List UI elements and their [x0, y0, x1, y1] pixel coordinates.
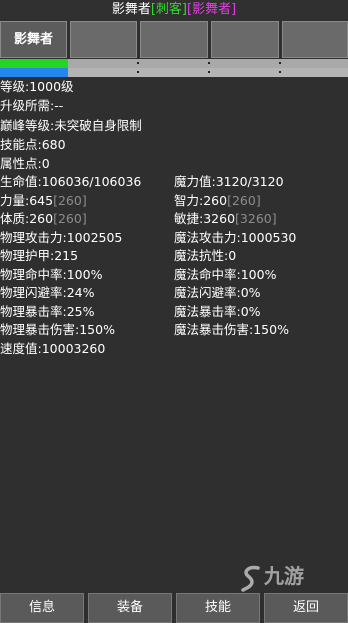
bar-divider: [137, 71, 139, 73]
top-tab-bar: 影舞者: [0, 19, 348, 59]
bottom-nav: 信息 装备 技能 返回: [0, 593, 348, 623]
character-title: 影舞者[刺客][影舞者]: [0, 0, 348, 19]
attack-row: 物理攻击力:1002505 魔法攻击力:1000530: [0, 229, 348, 247]
tab-empty-1[interactable]: [70, 21, 137, 58]
phys-crit: 物理暴击率:25%: [0, 304, 95, 319]
tab-empty-3[interactable]: [211, 21, 279, 58]
constitution-bonus: [260]: [53, 211, 87, 226]
skill-points: 技能点:680: [0, 137, 66, 152]
peak-level-row: 巅峰等级:未突破自身限制: [0, 117, 348, 135]
con-agi-row: 体质:260[260] 敏捷:3260[3260]: [0, 210, 348, 228]
hp-value: 生命值:106036/106036: [0, 174, 142, 189]
tab-shadow-dancer[interactable]: 影舞者: [0, 21, 67, 58]
skill-points-row: 技能点:680: [0, 136, 348, 154]
tab-empty-4[interactable]: [282, 21, 348, 58]
hit-row: 物理命中率:100% 魔法命中率:100%: [0, 266, 348, 284]
constitution-stat: 体质:260[260]: [0, 210, 87, 228]
speed-value: 速度值:10003260: [0, 341, 106, 356]
peak-level: 巅峰等级:未突破自身限制: [0, 118, 142, 133]
phys-dodge: 物理闪避率:24%: [0, 285, 95, 300]
watermark-text: 九游: [264, 564, 304, 588]
dodge-row: 物理闪避率:24% 魔法闪避率:0%: [0, 284, 348, 302]
magic-hit: 魔法命中率:100%: [174, 267, 277, 282]
phys-armor: 物理护甲:215: [0, 248, 79, 263]
hp-mp-row: 生命值:106036/106036 魔力值:3120/3120: [0, 173, 348, 191]
magic-dodge: 魔法闪避率:0%: [174, 285, 261, 300]
intelligence-bonus: [260]: [227, 193, 261, 208]
bar-divider: [279, 62, 281, 64]
jiuyou-watermark: 九游: [238, 560, 318, 592]
intelligence-value: 智力:260: [174, 193, 228, 208]
defense-row: 物理护甲:215 魔法抗性:0: [0, 247, 348, 265]
bar-divider: [279, 71, 281, 73]
mana-bar-fill: [0, 68, 68, 77]
magic-attack: 魔法攻击力:1000530: [174, 230, 297, 245]
phys-hit: 物理命中率:100%: [0, 267, 103, 282]
speed-row: 速度值:10003260: [0, 340, 348, 358]
upgrade-required: 升级所需:--: [0, 98, 64, 113]
agility-bonus: [3260]: [235, 211, 277, 226]
tab-empty-2[interactable]: [140, 21, 208, 58]
intelligence-stat: 智力:260[260]: [174, 192, 261, 210]
skills-button[interactable]: 技能: [176, 593, 260, 623]
level-row: 等级:1000级: [0, 78, 348, 96]
agility-value: 敏捷:3260: [174, 211, 236, 226]
strength-stat: 力量:645[260]: [0, 192, 87, 210]
class-tag: [刺客]: [150, 2, 187, 17]
equipment-button[interactable]: 装备: [88, 593, 172, 623]
info-button[interactable]: 信息: [0, 593, 84, 623]
attribute-points-row: 属性点:0: [0, 155, 348, 173]
magic-crit: 魔法暴击率:0%: [174, 304, 261, 319]
attribute-points: 属性点:0: [0, 156, 50, 171]
health-bar-fill: [0, 59, 68, 68]
back-button[interactable]: 返回: [264, 593, 348, 623]
crit-dmg-row: 物理暴击伤害:150% 魔法暴击伤害:150%: [0, 321, 348, 339]
magic-resist: 魔法抗性:0: [174, 248, 237, 263]
status-bars: [0, 59, 348, 78]
mp-value: 魔力值:3120/3120: [174, 174, 284, 189]
bar-divider: [208, 62, 210, 64]
constitution-value: 体质:260: [0, 211, 54, 226]
title-tag: [影舞者]: [187, 2, 237, 17]
strength-bonus: [260]: [53, 193, 87, 208]
phys-attack: 物理攻击力:1002505: [0, 230, 123, 245]
agility-stat: 敏捷:3260[3260]: [174, 210, 277, 228]
bar-divider: [208, 71, 210, 73]
bar-divider: [137, 62, 139, 64]
level-value: 等级:1000级: [0, 79, 74, 94]
strength-value: 力量:645: [0, 193, 54, 208]
phys-crit-dmg: 物理暴击伤害:150%: [0, 322, 115, 337]
jiuyou-logo-icon: [241, 565, 260, 592]
str-int-row: 力量:645[260] 智力:260[260]: [0, 192, 348, 210]
character-name: 影舞者: [111, 2, 151, 17]
upgrade-row: 升级所需:--: [0, 97, 348, 115]
magic-crit-dmg: 魔法暴击伤害:150%: [174, 322, 289, 337]
crit-row: 物理暴击率:25% 魔法暴击率:0%: [0, 303, 348, 321]
